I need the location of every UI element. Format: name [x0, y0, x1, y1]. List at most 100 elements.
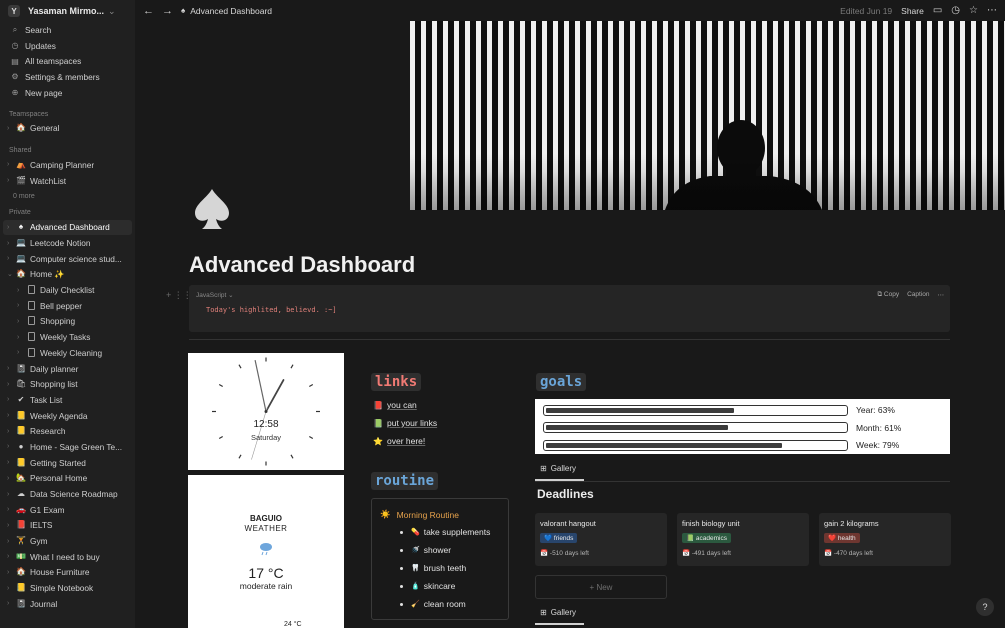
share-button[interactable]: Share: [901, 6, 924, 16]
sidebar-page-item[interactable]: › 💻 Leetcode Notion: [0, 235, 135, 251]
link-item[interactable]: 📕 you can: [373, 400, 417, 410]
chevron-right-icon[interactable]: ›: [7, 538, 13, 545]
breadcrumb[interactable]: Advanced Dashboard: [190, 6, 272, 16]
chevron-right-icon[interactable]: ›: [7, 177, 13, 184]
sidebar-page-item[interactable]: › ● Home - Sage Green Te...: [0, 439, 135, 455]
back-arrow-icon[interactable]: ←: [143, 5, 154, 17]
chevron-right-icon[interactable]: ›: [7, 161, 13, 168]
sidebar-page-item[interactable]: › Weekly Cleaning: [0, 345, 135, 361]
star-icon[interactable]: ☆: [969, 5, 978, 16]
chevron-right-icon[interactable]: ›: [7, 125, 13, 132]
sidebar-page-item[interactable]: › Weekly Tasks: [0, 329, 135, 345]
chevron-right-icon[interactable]: ›: [17, 302, 23, 309]
chevron-right-icon[interactable]: ›: [7, 224, 13, 231]
deadline-days-left: 📅 -510 days left: [540, 550, 589, 557]
sidebar-page-item[interactable]: › 🏋 Gym: [0, 533, 135, 549]
weather-widget[interactable]: BAGUIO WEATHER 17 °C moderate rain 24 °C: [188, 475, 344, 628]
sidebar-page-item[interactable]: › Bell pepper: [0, 298, 135, 314]
chevron-right-icon[interactable]: ›: [7, 396, 13, 403]
goals-widget[interactable]: Year: 63% Month: 61% Week: 79%: [535, 399, 950, 454]
code-text[interactable]: Today's highlited, believd. :~]: [206, 306, 337, 314]
deadline-card[interactable]: valorant hangout 💙 friends 📅 -510 days lef…: [535, 513, 667, 566]
chevron-right-icon[interactable]: ›: [7, 553, 13, 560]
chevron-right-icon[interactable]: ›: [17, 287, 23, 294]
tab-gallery-2[interactable]: ⊞ Gallery: [540, 608, 576, 617]
sidebar-page-item[interactable]: › 📒 Simple Notebook: [0, 580, 135, 596]
history-icon[interactable]: ◷: [951, 5, 960, 16]
sidebar-page-item[interactable]: › 🚗 G1 Exam: [0, 502, 135, 518]
chevron-right-icon[interactable]: ›: [7, 491, 13, 498]
sidebar-page-item[interactable]: › 📒 Getting Started: [0, 455, 135, 471]
copy-button[interactable]: ⧉ Copy: [877, 291, 899, 299]
sidebar-page-item[interactable]: › ⛺ Camping Planner: [0, 157, 135, 173]
forward-arrow-icon[interactable]: →: [162, 5, 173, 17]
chevron-right-icon[interactable]: ›: [7, 600, 13, 607]
chevron-right-icon[interactable]: ›: [7, 459, 13, 466]
tab-gallery[interactable]: ⊞ Gallery: [540, 464, 576, 473]
sidebar-page-item[interactable]: › 🏠 House Furniture: [0, 565, 135, 581]
chevron-right-icon[interactable]: ›: [17, 349, 23, 356]
clock-widget[interactable]: 12:58 Saturday: [188, 353, 344, 470]
sidebar-page-item[interactable]: › 🎬 WatchList: [0, 173, 135, 189]
chevron-right-icon[interactable]: ›: [7, 443, 13, 450]
sidebar-page-item[interactable]: › 💵 What I need to buy: [0, 549, 135, 565]
sidebar-page-item[interactable]: ⌄ 🏠 Home ✨: [0, 267, 135, 283]
chevron-right-icon[interactable]: ›: [17, 318, 23, 325]
sidebar-page-item[interactable]: › ✔ Task List: [0, 392, 135, 408]
chevron-right-icon[interactable]: ›: [7, 506, 13, 513]
chevron-right-icon[interactable]: ›: [7, 428, 13, 435]
chevron-right-icon[interactable]: ›: [7, 381, 13, 388]
shared-more-link[interactable]: 0 more: [0, 189, 135, 204]
chevron-right-icon[interactable]: ›: [7, 522, 13, 529]
chevron-down-icon[interactable]: ⌄: [7, 270, 13, 278]
routine-callout[interactable]: ☀️ Morning Routine 💊 take supplements 🚿 sho…: [371, 498, 509, 620]
sidebar-page-item[interactable]: › 🏡 Personal Home: [0, 471, 135, 487]
sidebar-nav-item[interactable]: ⌕ Search: [0, 22, 135, 38]
sidebar-nav-item[interactable]: ⊕ New page: [0, 85, 135, 101]
sidebar-nav-item[interactable]: ⚙ Settings & members: [0, 69, 135, 85]
chevron-right-icon[interactable]: ›: [7, 255, 13, 262]
code-block[interactable]: JavaScript ⌄ Today's highlited, believd.…: [189, 285, 950, 332]
sidebar-page-item[interactable]: › 📓 Daily planner: [0, 361, 135, 377]
sidebar-page-item[interactable]: › 📓 Journal: [0, 596, 135, 612]
chevron-right-icon[interactable]: ›: [7, 585, 13, 592]
sidebar-page-item[interactable]: › 📕 IELTS: [0, 518, 135, 534]
new-card-button[interactable]: + New: [535, 575, 667, 599]
spade-page-icon[interactable]: [189, 186, 235, 232]
chevron-right-icon[interactable]: ›: [7, 475, 13, 482]
chevron-right-icon[interactable]: ›: [7, 365, 13, 372]
sidebar-page-item[interactable]: › Daily Checklist: [0, 282, 135, 298]
code-language-select[interactable]: JavaScript ⌄: [196, 291, 234, 299]
sidebar-page-item[interactable]: › 📒 Research: [0, 423, 135, 439]
link-item[interactable]: ⭐ over here!: [373, 436, 425, 446]
sidebar-page-item[interactable]: › 🛍 Shopping list: [0, 376, 135, 392]
chevron-right-icon[interactable]: ›: [7, 569, 13, 576]
sidebar-nav-item[interactable]: ▤ All teamspaces: [0, 53, 135, 69]
deadline-card[interactable]: finish biology unit 📗 academics 📅 -491 day…: [677, 513, 809, 566]
more-icon[interactable]: ⋯: [938, 291, 945, 299]
sidebar-page-item[interactable]: › ☁ Data Science Roadmap: [0, 486, 135, 502]
chevron-right-icon[interactable]: ›: [7, 240, 13, 247]
link-item[interactable]: 📗 put your links: [373, 418, 437, 428]
deadline-title: finish biology unit: [682, 519, 740, 528]
deadline-card[interactable]: gain 2 kilograms ❤️ health 📅 -470 days lef…: [819, 513, 951, 566]
comment-icon[interactable]: ▭: [933, 5, 942, 16]
updates-icon: ◷: [11, 41, 19, 51]
cover-image[interactable]: [410, 21, 1005, 210]
sidebar-nav-item[interactable]: ◷ Updates: [0, 38, 135, 54]
sidebar-page-item[interactable]: › 🏠 General: [0, 120, 135, 136]
sidebar-page-item[interactable]: › ♠ Advanced Dashboard: [3, 219, 132, 236]
deadlines-heading: Deadlines: [537, 487, 594, 501]
help-button[interactable]: ?: [976, 598, 994, 616]
block-drag-handle[interactable]: + ⋮⋮: [166, 290, 192, 301]
chevron-right-icon[interactable]: ›: [7, 412, 13, 419]
workspace-switcher[interactable]: Y Yasaman Mirmo... ⌄: [0, 1, 135, 21]
chevron-right-icon[interactable]: ›: [17, 334, 23, 341]
page-title[interactable]: Advanced Dashboard: [189, 252, 415, 278]
sidebar-page-item[interactable]: › 💻 Computer science stud...: [0, 251, 135, 267]
sidebar-page-item[interactable]: › 📒 Weekly Agenda: [0, 408, 135, 424]
caption-button[interactable]: Caption: [907, 291, 929, 299]
sidebar-page-item[interactable]: › Shopping: [0, 314, 135, 330]
more-icon[interactable]: ⋯: [987, 5, 997, 16]
page-icon: 📒: [16, 410, 26, 420]
